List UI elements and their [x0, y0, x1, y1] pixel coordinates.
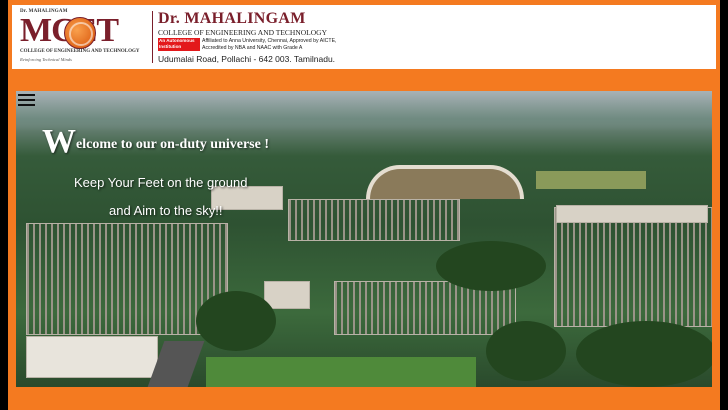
central-building	[288, 199, 460, 241]
autonomous-badge: An Autonomous Institution	[158, 38, 200, 51]
college-address: Udumalai Road, Pollachi - 642 003. Tamil…	[158, 54, 336, 64]
front-lawn	[206, 357, 476, 387]
logo-college-text: COLLEGE OF ENGINEERING AND TECHNOLOGY	[20, 49, 140, 54]
affiliation-line-2: Accredited by NBA and NAAC with Grade A	[202, 44, 303, 51]
right-building	[554, 207, 712, 327]
site-header: Dr. MAHALINGAM MCET COLLEGE OF ENGINEERI…	[12, 5, 716, 69]
tree-cluster	[196, 291, 276, 351]
welcome-heading: Welcome to our on-duty universe !	[42, 123, 269, 161]
lower-left-building	[26, 336, 158, 378]
globe-icon	[64, 17, 96, 49]
logo-tagline: Reinforcing Technical Minds	[20, 57, 72, 62]
welcome-initial: W	[42, 123, 76, 160]
tree-cluster	[576, 321, 712, 387]
tree-cluster	[486, 321, 566, 381]
tree-cluster	[436, 241, 546, 291]
mcet-logo: Dr. MAHALINGAM MCET COLLEGE OF ENGINEERI…	[18, 8, 148, 66]
college-subtitle: COLLEGE OF ENGINEERING AND TECHNOLOGY	[158, 28, 328, 37]
hero-tagline-1: Keep Your Feet on the ground	[74, 175, 248, 190]
welcome-text: elcome to our on-duty universe !	[76, 137, 269, 152]
annex-building	[264, 281, 310, 309]
college-logo[interactable]: Dr. MAHALINGAM MCET COLLEGE OF ENGINEERI…	[18, 8, 348, 66]
hero-tagline-2: and Aim to the sky!!	[109, 203, 223, 218]
hamburger-menu-icon[interactable]	[18, 93, 36, 107]
affiliation-text: Affiliated to Anna University, Chennai, …	[202, 38, 336, 51]
logo-divider	[152, 11, 153, 63]
college-name-block: Dr. MAHALINGAM COLLEGE OF ENGINEERING AN…	[158, 8, 348, 66]
right-roof	[556, 205, 708, 223]
college-title: Dr. MAHALINGAM	[158, 10, 306, 27]
field	[536, 171, 646, 189]
page-frame: Dr. MAHALINGAM MCET COLLEGE OF ENGINEERI…	[8, 0, 720, 410]
stadium-building	[366, 165, 524, 199]
affiliation-line-1: Affiliated to Anna University, Chennai, …	[202, 38, 337, 44]
hero-banner: Welcome to our on-duty universe ! Keep Y…	[16, 91, 712, 387]
